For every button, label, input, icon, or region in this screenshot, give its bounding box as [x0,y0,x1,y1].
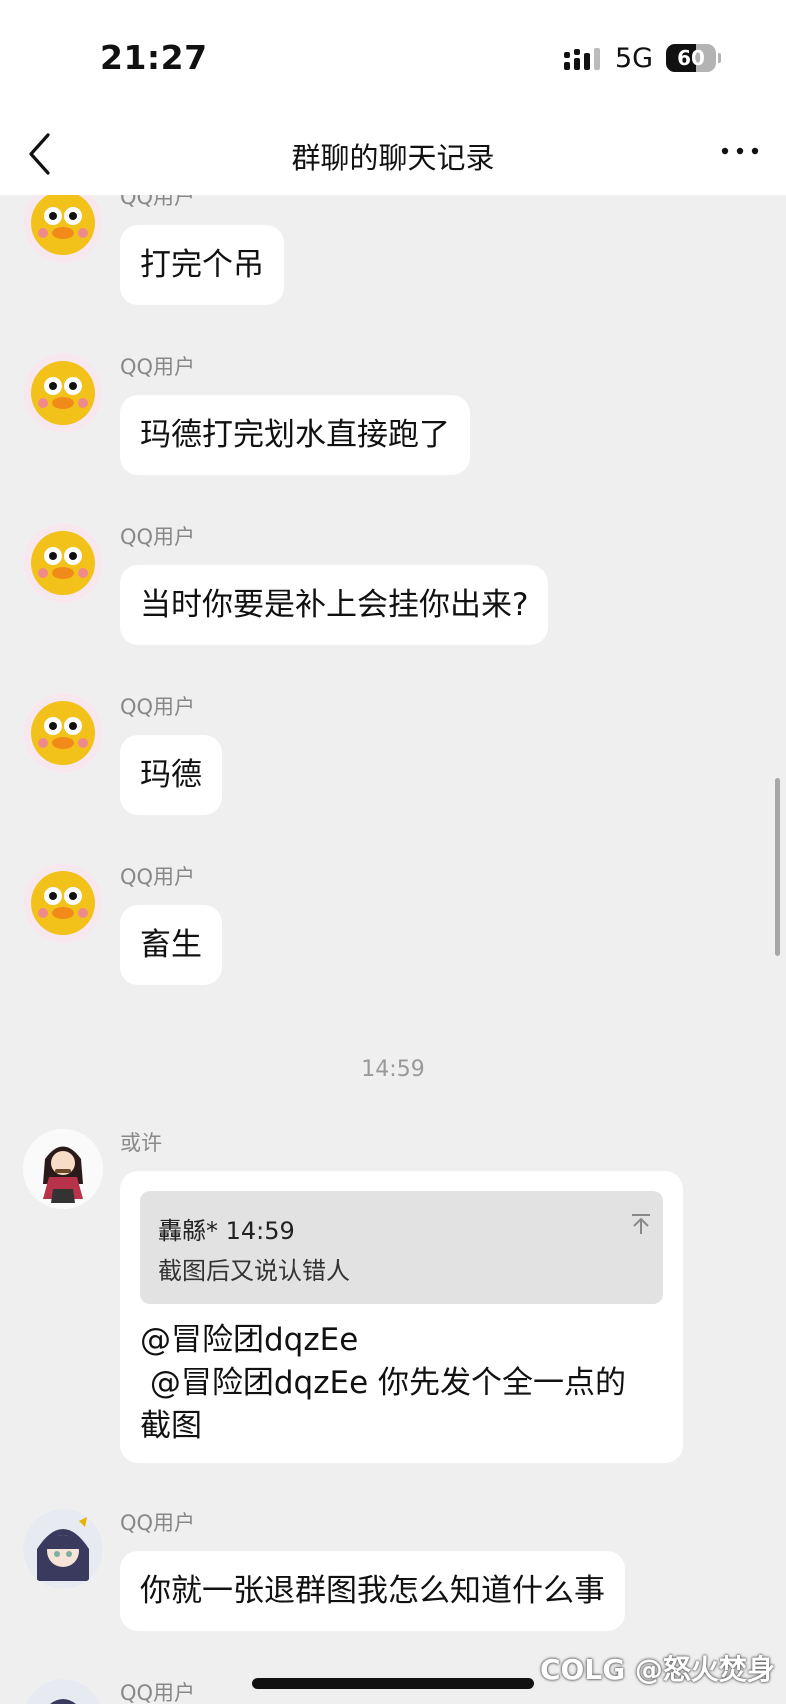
sender-name: 或许 [120,1131,162,1155]
battery-level: 60 [677,46,705,70]
sender-name: QQ用户 [120,1511,196,1535]
reply-line: @冒险团dqzEe [140,1322,359,1358]
quoted-message[interactable]: 轟緜* 14:59 截图后又说认错人 [140,1191,663,1304]
quote-header: 轟緜* 14:59 [158,1211,295,1246]
watermark: COLG @怒火焚身 [540,1653,775,1686]
anime-avatar-icon[interactable] [23,1509,103,1589]
network-label: 5G [615,43,654,74]
jump-to-top-icon[interactable] [630,1213,652,1235]
message-bubble[interactable]: 你就一张退群图我怎么知道什么事 [120,1551,625,1631]
quote-text: 截图后又说认错人 [158,1257,350,1285]
sender-name: QQ用户 [120,865,196,889]
reply-bubble[interactable]: 轟緜* 14:59 截图后又说认错人 @冒险团dqzEe @冒险团dqzEe 你… [120,1171,683,1463]
message-bubble[interactable]: 畜生 [120,905,222,985]
reply-line: @冒险团dqzEe 你先发个全一点的 [140,1365,626,1401]
quote-author: 轟緜* [158,1217,218,1245]
reply-line: 截图 [140,1408,202,1444]
status-bar: 21:27 5G 60 [0,0,786,115]
message-bubble[interactable]: 打完个吊 [120,225,284,305]
sender-name: QQ用户 [120,525,196,549]
time-divider: 14:59 [361,1057,425,1082]
sender-name: QQ用户 [120,355,196,379]
message-bubble[interactable]: 玛德 [120,735,222,815]
battery-tip [718,53,721,63]
sender-name: QQ用户 [120,1681,196,1704]
status-time: 21:27 [100,38,208,77]
duck-avatar-icon[interactable] [23,863,103,943]
nav-bar: 群聊的聊天记录 [0,115,786,195]
home-indicator[interactable] [252,1678,534,1689]
message-bubble[interactable]: 当时你要是补上会挂你出来? [120,565,549,645]
sender-name: QQ用户 [120,195,196,209]
battery-icon: 60 [666,44,716,72]
chat-history[interactable]: QQ用户 打完个吊 QQ用户 玛德打完划水直接跑了 QQ用户 当时你要是补上会挂… [0,195,786,1704]
sender-name: QQ用户 [120,695,196,719]
duck-avatar-icon[interactable] [23,195,103,263]
duck-avatar-icon[interactable] [23,693,103,773]
message-bubble[interactable]: 玛德打完划水直接跑了 [120,395,470,475]
page-title: 群聊的聊天记录 [291,141,495,175]
more-icon[interactable] [720,145,760,157]
quote-time: 14:59 [225,1217,295,1245]
signal-icon [564,48,600,70]
reply-text: @冒险团dqzEe @冒险团dqzEe 你先发个全一点的 截图 [140,1319,626,1448]
duck-avatar-icon[interactable] [23,523,103,603]
duck-avatar-icon[interactable] [23,353,103,433]
anime-avatar-icon[interactable] [23,1679,103,1704]
scrollbar[interactable] [775,778,780,956]
anime-girl-avatar-icon[interactable] [23,1129,103,1209]
